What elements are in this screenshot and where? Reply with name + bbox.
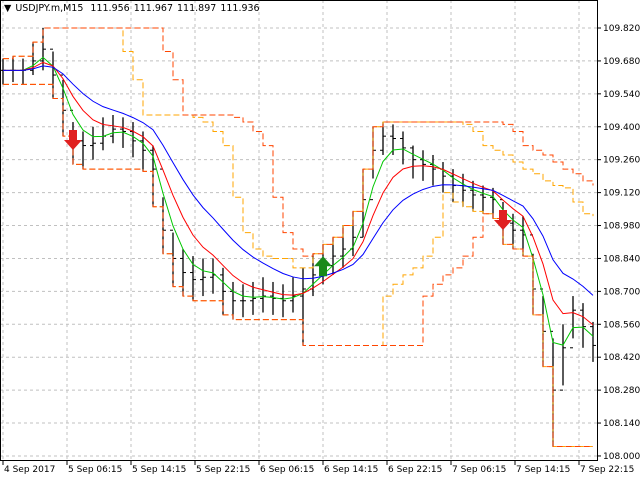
- y-tick-label: 109.120: [603, 189, 640, 199]
- x-tick-label: 5 Sep 14:15: [132, 465, 186, 475]
- x-tick-label: 7 Sep 06:15: [452, 465, 506, 475]
- low-value: 111.897: [177, 3, 217, 14]
- y-tick-label: 108.980: [603, 222, 640, 232]
- x-tick-label: 6 Sep 14:15: [324, 465, 378, 475]
- x-tick-label: 6 Sep 22:15: [388, 465, 442, 475]
- y-tick-label: 109.260: [603, 156, 640, 166]
- y-tick-label: 108.560: [603, 320, 640, 330]
- y-tick-label: 108.280: [603, 386, 640, 396]
- x-tick-label: 4 Sep 2017: [4, 465, 55, 475]
- price-chart: 109.820 109.680 109.540 109.400 109.260 109.1…: [0, 0, 640, 475]
- close-value: 111.936: [220, 3, 260, 14]
- y-tick-label: 108.840: [603, 254, 640, 264]
- collapse-triangle-icon[interactable]: ▼: [4, 3, 11, 14]
- y-tick-label: 108.140: [603, 419, 640, 429]
- open-value: 111.956: [90, 3, 130, 14]
- x-tick-label: 5 Sep 22:15: [196, 465, 250, 475]
- x-tick-label: 5 Sep 06:15: [68, 465, 122, 475]
- y-tick-label: 108.420: [603, 353, 640, 363]
- channel-inner-lower: [3, 83, 593, 448]
- plot-border: [0, 0, 598, 461]
- y-tick-label: 109.540: [603, 90, 640, 100]
- channel-outer-lower: [3, 83, 593, 448]
- y-tick-label: 109.680: [603, 57, 640, 67]
- x-tick-label: 7 Sep 22:15: [580, 465, 634, 475]
- y-tick-label: 109.820: [603, 24, 640, 34]
- buy-arrow-icon: [314, 256, 332, 277]
- high-value: 111.967: [133, 3, 174, 14]
- x-tick-label: 7 Sep 14:15: [516, 465, 570, 475]
- chart-header: ▼ USDJPY.m,M15 111.956 111.967 111.897 111.9…: [4, 3, 264, 14]
- y-tick-label: 108.700: [603, 287, 640, 297]
- x-tick-label: 6 Sep 06:15: [260, 465, 314, 475]
- y-tick-label: 109.400: [603, 123, 640, 133]
- mid-ma-line: [3, 61, 594, 326]
- slow-ma-line: [3, 65, 594, 296]
- channel-inner-upper: [3, 27, 594, 269]
- sell-arrow-icon: [494, 210, 512, 231]
- symbol-label: USDJPY.m,M15: [15, 3, 84, 14]
- y-tick-label: 108.000: [603, 452, 640, 462]
